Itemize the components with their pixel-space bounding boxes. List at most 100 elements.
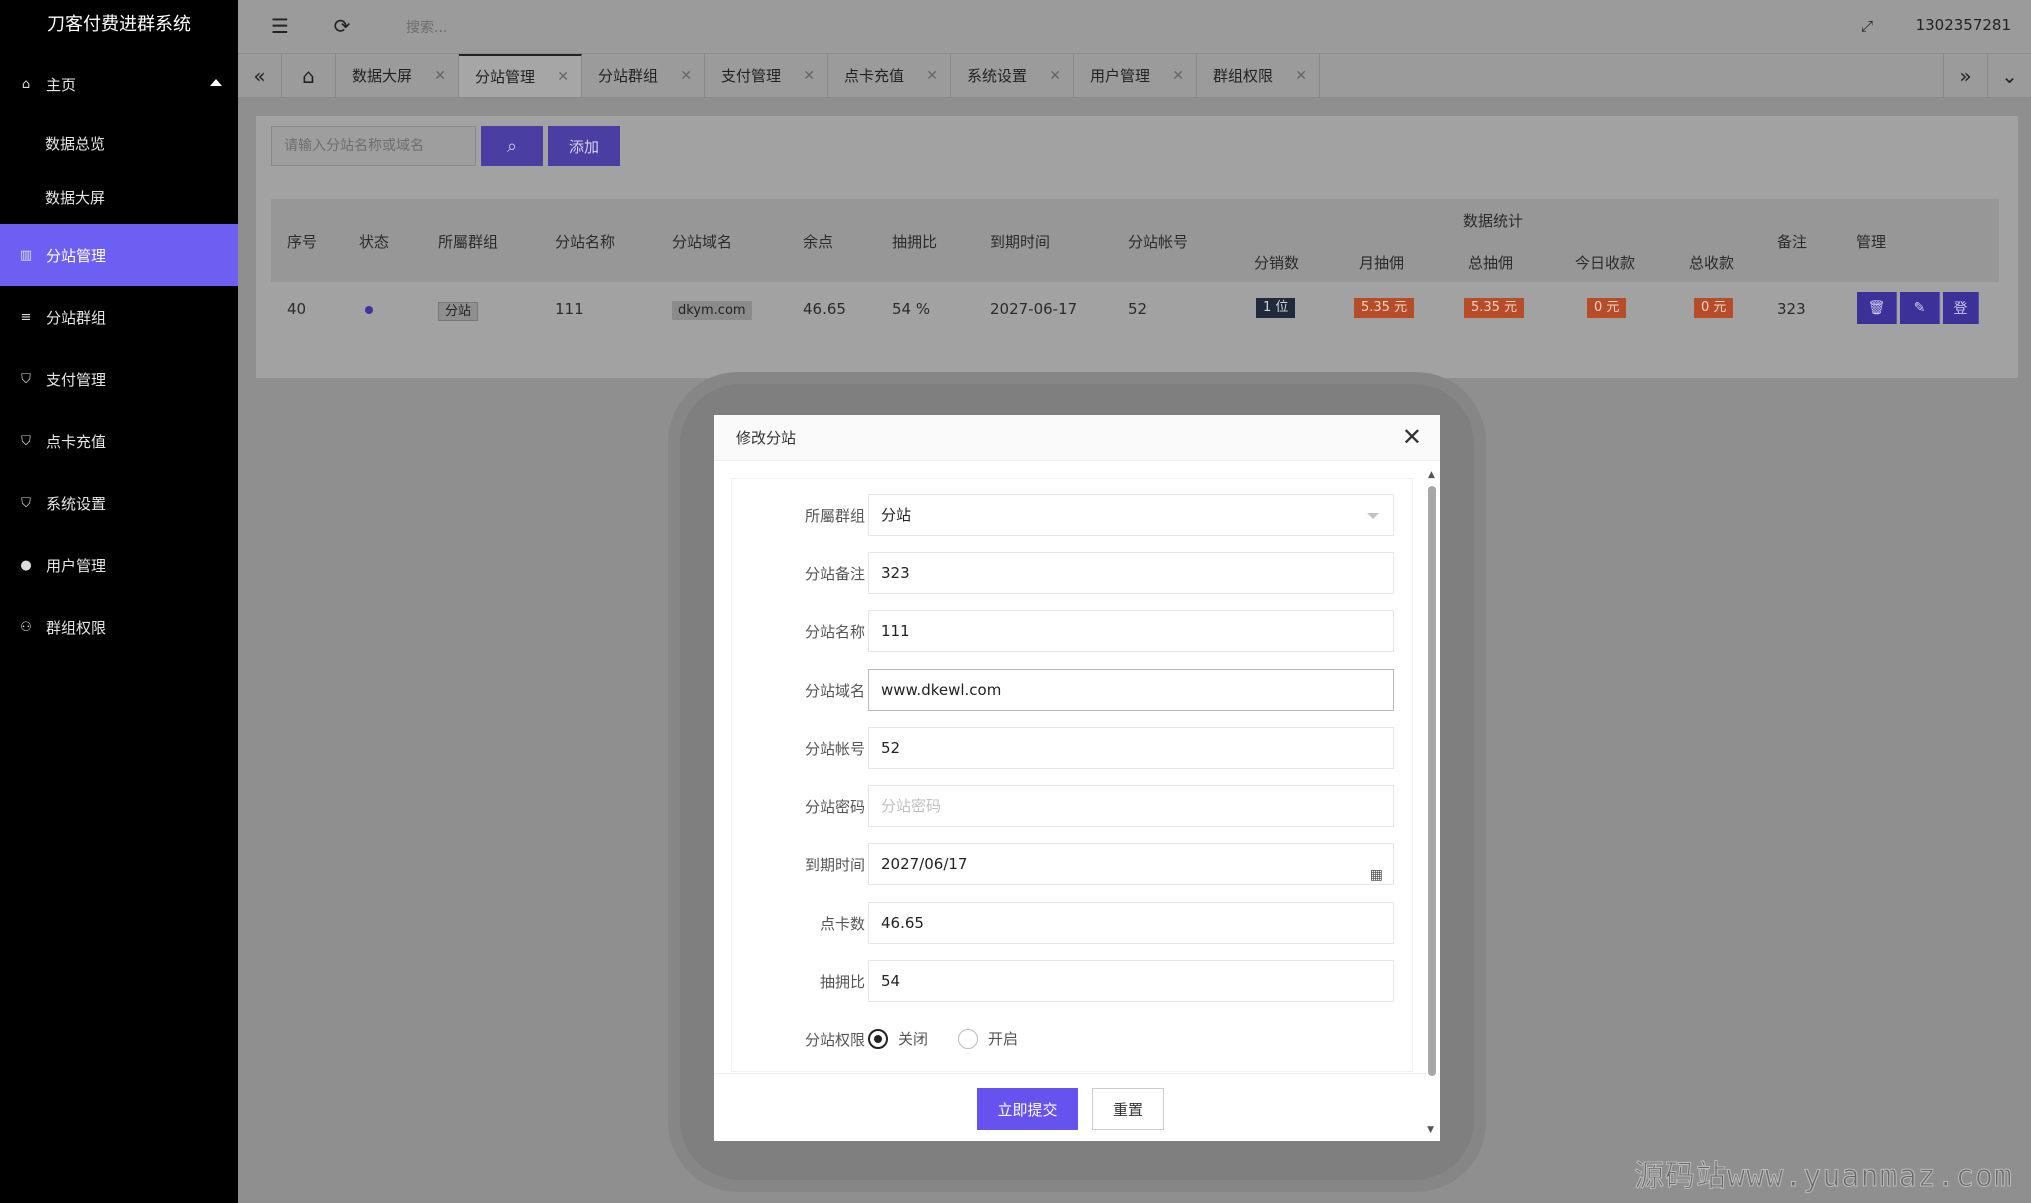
password-input[interactable]: 分站密码	[868, 785, 1394, 827]
close-icon[interactable]: ✕	[1295, 68, 1307, 84]
top-search-input[interactable]: 搜索...	[406, 17, 447, 37]
sidebar-item-label: 群组权限	[46, 618, 107, 637]
search-button[interactable]: ⌕	[481, 126, 543, 166]
tab-recharge[interactable]: 点卡充值 ✕	[828, 54, 951, 97]
name-input[interactable]: 111	[868, 610, 1394, 652]
shield-check-icon: ⛉	[21, 371, 31, 387]
th-manage: 管理	[1856, 233, 1887, 251]
sidebar-item-overview[interactable]: 数据总览	[0, 116, 238, 170]
points-input[interactable]: 46.65	[868, 902, 1394, 944]
close-icon[interactable]: ✕	[434, 68, 446, 84]
th-balance: 余点	[803, 233, 834, 251]
close-icon[interactable]: ✕	[1402, 425, 1422, 449]
cell-expire: 2027-06-17	[990, 300, 1078, 318]
table-row: 40 分站 111 dkym.com 46.65 54 % 2027-06-17…	[271, 282, 1999, 336]
group-select[interactable]: 分站	[868, 494, 1394, 536]
close-icon[interactable]: ✕	[680, 68, 692, 84]
field-points: 点卡数 46.65	[732, 902, 1412, 944]
caret-up-icon	[210, 79, 222, 86]
tab-payment[interactable]: 支付管理 ✕	[705, 54, 828, 97]
chevron-down-icon[interactable]: ⌄	[1987, 54, 2031, 97]
user-account[interactable]: 1302357281	[1916, 16, 2011, 34]
field-permission: 分站权限 关闭 开启	[804, 1028, 1019, 1049]
reset-button[interactable]: 重置	[1092, 1088, 1164, 1130]
th-account: 分站帐号	[1128, 233, 1189, 251]
fullscreen-icon[interactable]: ⤢	[1855, 14, 1879, 38]
th-ratio: 抽拥比	[892, 233, 938, 251]
badge-sales: 1 位	[1256, 298, 1296, 318]
scroll-thumb[interactable]	[1428, 486, 1436, 1076]
th-domain: 分站域名	[672, 233, 733, 251]
tabs-scroll-left-icon[interactable]: «	[238, 54, 282, 97]
edit-button[interactable]: ✎	[1900, 292, 1940, 324]
sidebar: 刀客付费进群系统 ⌂ 主页 数据总览 数据大屏 ▥ 分站管理 ≡ 分站群组 ⛉ …	[0, 0, 238, 1203]
sidebar-item-recharge[interactable]: ⛉ 点卡充值	[0, 410, 238, 472]
trash-icon: 🗑	[1867, 300, 1886, 316]
menu-collapse-icon[interactable]: ☰	[268, 14, 292, 38]
tab-substation-group[interactable]: 分站群组 ✕	[582, 54, 705, 97]
sidebar-item-group-permission[interactable]: ⚇ 群组权限	[0, 596, 238, 658]
sidebar-item-bigscreen[interactable]: 数据大屏	[0, 170, 238, 224]
sidebar-item-label: 用户管理	[46, 556, 107, 575]
app-title: 刀客付费进群系统	[47, 14, 191, 35]
field-expire: 到期时间 2027/06/17 ▦	[732, 843, 1412, 885]
tab-users[interactable]: 用户管理 ✕	[1074, 54, 1197, 97]
permission-off-radio[interactable]	[868, 1028, 888, 1049]
remark-input[interactable]: 323	[868, 552, 1394, 594]
tab-group-permission[interactable]: 群组权限 ✕	[1197, 54, 1320, 97]
watermark: 源码站www.yuanmaz.com	[1634, 1159, 2013, 1195]
permission-on-radio[interactable]	[958, 1028, 979, 1049]
cell-index: 40	[287, 300, 307, 318]
tab-substation[interactable]: 分站管理 ✕	[459, 54, 582, 97]
close-icon[interactable]: ✕	[1172, 68, 1184, 84]
calendar-icon[interactable]: ▦	[1370, 855, 1383, 895]
field-password: 分站密码 分站密码	[732, 785, 1412, 827]
submit-button[interactable]: 立即提交	[977, 1088, 1078, 1130]
th-name: 分站名称	[555, 233, 616, 251]
field-name: 分站名称 111	[732, 610, 1412, 652]
sidebar-item-settings[interactable]: ⛉ 系统设置	[0, 472, 238, 534]
tab-bar: « ⌂ 数据大屏 ✕ 分站管理 ✕ 分站群组 ✕ 支付管理 ✕ 点卡充值 ✕ 系统设置 ✕ …	[238, 54, 2031, 98]
sidebar-item-label: 支付管理	[46, 370, 107, 389]
account-input[interactable]: 52	[868, 727, 1394, 769]
th-total-income: 总收款	[1689, 254, 1735, 272]
th-total-comm: 总抽佣	[1468, 254, 1514, 272]
shield-check-icon: ⛉	[21, 495, 31, 511]
search-input[interactable]: 请输入分站名称或域名	[271, 126, 476, 166]
home-tab-icon[interactable]: ⌂	[282, 54, 336, 97]
sidebar-item-substation[interactable]: ▥ 分站管理	[0, 224, 238, 286]
close-icon[interactable]: ✕	[926, 68, 938, 84]
sidebar-item-payment[interactable]: ⛉ 支付管理	[0, 348, 238, 410]
sidebar-item-substation-group[interactable]: ≡ 分站群组	[0, 286, 238, 348]
sidebar-item-label: 分站群组	[46, 308, 107, 327]
close-icon[interactable]: ✕	[1049, 68, 1061, 84]
topbar: ☰ ⟳ 搜索... ⤢ 1302357281	[238, 0, 2031, 54]
cell-remark: 323	[1777, 300, 1806, 318]
cell-ratio: 54 %	[892, 300, 931, 318]
modal-scrollbar[interactable]: ▲	[1426, 470, 1438, 1076]
shield-check-icon: ⛉	[21, 433, 31, 449]
delete-button[interactable]: 🗑	[1857, 292, 1897, 324]
sidebar-item-users[interactable]: ● 用户管理	[0, 534, 238, 596]
login-button[interactable]: 登	[1943, 292, 1979, 324]
scroll-up-icon[interactable]: ▲	[1428, 470, 1435, 480]
modal-footer: 立即提交 重置	[714, 1073, 1426, 1141]
domain-input[interactable]: www.dkewl.com	[868, 669, 1394, 711]
add-button[interactable]: 添加	[548, 126, 620, 166]
badge-month-comm: 5.35 元	[1354, 298, 1415, 318]
tab-bigscreen[interactable]: 数据大屏 ✕	[336, 54, 459, 97]
scroll-down-icon[interactable]: ▼	[1427, 1125, 1434, 1135]
ratio-input[interactable]: 54	[868, 960, 1394, 1002]
tab-settings[interactable]: 系统设置 ✕	[951, 54, 1074, 97]
cell-account: 52	[1128, 300, 1148, 318]
modal-form: 所屬群组 分站 分站备注 323 分站名称 111 分站域名 www.dkewl…	[732, 479, 1412, 1071]
field-group: 所屬群组 分站	[732, 494, 1412, 536]
sidebar-item-home[interactable]: ⌂ 主页	[0, 52, 238, 116]
refresh-icon[interactable]: ⟳	[330, 14, 354, 38]
tabs-scroll-right-icon[interactable]: »	[1943, 54, 1987, 97]
sidebar-item-label: 点卡充值	[46, 432, 107, 451]
expire-date-input[interactable]: 2027/06/17 ▦	[868, 843, 1394, 885]
columns-icon: ▥	[19, 247, 33, 263]
close-icon[interactable]: ✕	[557, 69, 569, 85]
close-icon[interactable]: ✕	[803, 68, 815, 84]
